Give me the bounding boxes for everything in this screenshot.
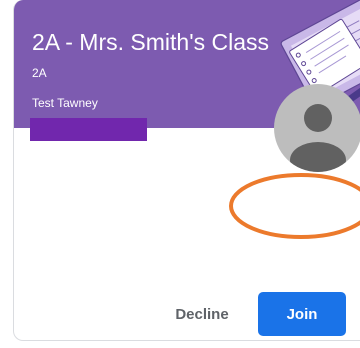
class-title: 2A - Mrs. Smith's Class [32, 29, 269, 55]
redaction-bar [30, 118, 147, 141]
person-avatar-icon [290, 104, 346, 172]
teacher-name: Test Tawney [32, 96, 98, 110]
join-button[interactable]: Join [258, 292, 346, 336]
avatar [274, 84, 360, 172]
invite-actions: Decline Join [0, 290, 360, 338]
decline-button[interactable]: Decline [162, 292, 242, 336]
screenshot-stage: 2A - Mrs. Smith's Class 2A Test Tawney D… [0, 0, 360, 348]
class-section: 2A [32, 66, 47, 80]
